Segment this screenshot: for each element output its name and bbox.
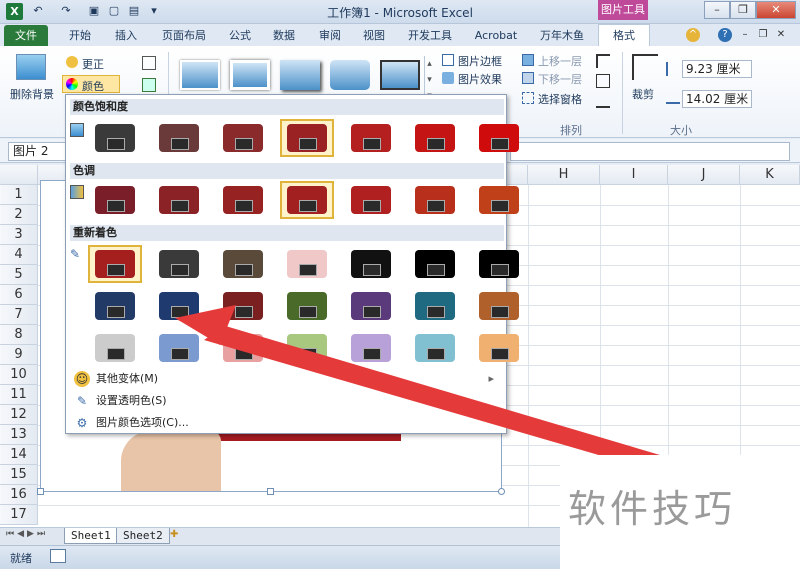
status-text: 就绪	[10, 552, 32, 565]
sheet-nav-icons[interactable]: ⏮◀▶⏭	[6, 529, 48, 539]
sheet-tab-sheet2[interactable]: Sheet2	[116, 528, 170, 544]
macro-record-icon[interactable]	[50, 549, 66, 563]
sheet-tab-sheet1[interactable]: Sheet1	[64, 528, 118, 544]
insert-sheet-icon[interactable]: ✚	[170, 529, 186, 543]
watermark: 软件技巧	[568, 487, 737, 531]
arrow-shape	[178, 312, 660, 470]
